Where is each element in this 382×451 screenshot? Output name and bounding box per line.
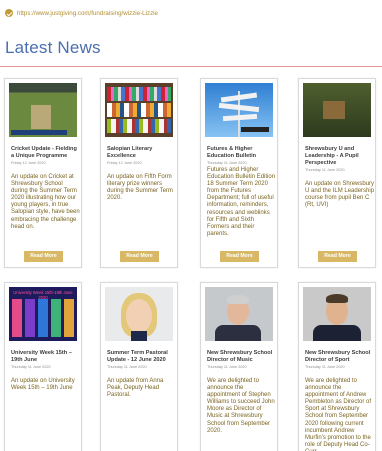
university-week-image[interactable]: University Week 15th-19th June 2020 xyxy=(9,287,77,341)
signpost-image[interactable] xyxy=(205,83,273,137)
news-summary: We are delighted to announce the appoint… xyxy=(305,378,372,451)
news-summary: An update on University Week 15th – 19th… xyxy=(11,378,75,392)
news-title[interactable]: New Shrewsbury School Director of Sport xyxy=(305,350,375,364)
news-card-director-sport[interactable]: New Shrewsbury School Director of Sport … xyxy=(298,282,376,451)
read-more-button[interactable]: Read More xyxy=(220,251,259,262)
news-card-pastoral[interactable]: Summer Term Pastoral Update - 12 June 20… xyxy=(100,282,178,451)
portrait-man-2-image[interactable] xyxy=(303,287,371,341)
news-summary: An update on Shrewsbury U and the ILM Le… xyxy=(305,181,375,209)
news-date: Friday 12 June 2020 xyxy=(107,161,142,165)
fundraising-link[interactable]: https://www.justgiving.com/fundraising/w… xyxy=(5,9,158,17)
news-card-leadership[interactable]: Shrewsbury U and Leadership - A Pupil Pe… xyxy=(298,78,376,268)
news-card-futures[interactable]: Futures & Higher Education Bulletin Thur… xyxy=(200,78,278,268)
news-title[interactable]: Summer Term Pastoral Update - 12 June 20… xyxy=(107,350,177,364)
news-date: Thursday 11 June 2020 xyxy=(305,168,345,172)
news-date: Thursday 11 June 2020 xyxy=(11,365,51,369)
books-image[interactable] xyxy=(105,83,173,137)
news-date: Thursday 11 June 2020 xyxy=(207,161,247,165)
fundraising-url[interactable]: https://www.justgiving.com/fundraising/w… xyxy=(17,10,158,17)
page-title: Latest News xyxy=(5,38,101,57)
news-date: Friday 12 June 2020 xyxy=(11,161,46,165)
forest-image[interactable] xyxy=(303,83,371,137)
read-more-button[interactable]: Read More xyxy=(24,251,63,262)
cricket-image[interactable] xyxy=(9,83,77,137)
news-card-cricket[interactable]: Cricket Update - Fielding a Unique Progr… xyxy=(4,78,82,268)
news-title[interactable]: New Shrewsbury School Director of Music xyxy=(207,350,277,364)
news-summary: An update from Anna Peak, Deputy Head Pa… xyxy=(107,378,164,399)
news-date: Thursday 11 June 2020 xyxy=(107,365,147,369)
news-summary: An update on Fifth Form literary prize w… xyxy=(107,174,173,202)
news-card-literary[interactable]: Salopian Literary Excellence Friday 12 J… xyxy=(100,78,178,268)
read-more-button[interactable]: Read More xyxy=(318,251,357,262)
check-circle-icon xyxy=(5,9,13,17)
news-title[interactable]: University Week 15th – 19th June xyxy=(11,350,81,364)
news-title[interactable]: Salopian Literary Excellence xyxy=(107,146,177,160)
news-summary: Futures and Higher Education Bulletin Ed… xyxy=(207,167,276,237)
news-summary: We are delighted to announce the appoint… xyxy=(207,378,275,434)
read-more-button[interactable]: Read More xyxy=(120,251,159,262)
news-title[interactable]: Shrewsbury U and Leadership - A Pupil Pe… xyxy=(305,146,375,166)
news-title[interactable]: Futures & Higher Education Bulletin xyxy=(207,146,277,160)
news-summary: An update on Cricket at Shrewsbury Schoo… xyxy=(11,174,80,230)
news-card-director-music[interactable]: New Shrewsbury School Director of Music … xyxy=(200,282,278,451)
news-date: Thursday 11 June 2020 xyxy=(305,365,345,369)
news-card-university-week[interactable]: University Week 15th-19th June 2020 Univ… xyxy=(4,282,82,451)
title-divider xyxy=(0,66,382,67)
portrait-man-image[interactable] xyxy=(205,287,273,341)
news-date: Thursday 11 June 2020 xyxy=(207,365,247,369)
news-title[interactable]: Cricket Update - Fielding a Unique Progr… xyxy=(11,146,81,160)
portrait-woman-image[interactable] xyxy=(105,287,173,341)
